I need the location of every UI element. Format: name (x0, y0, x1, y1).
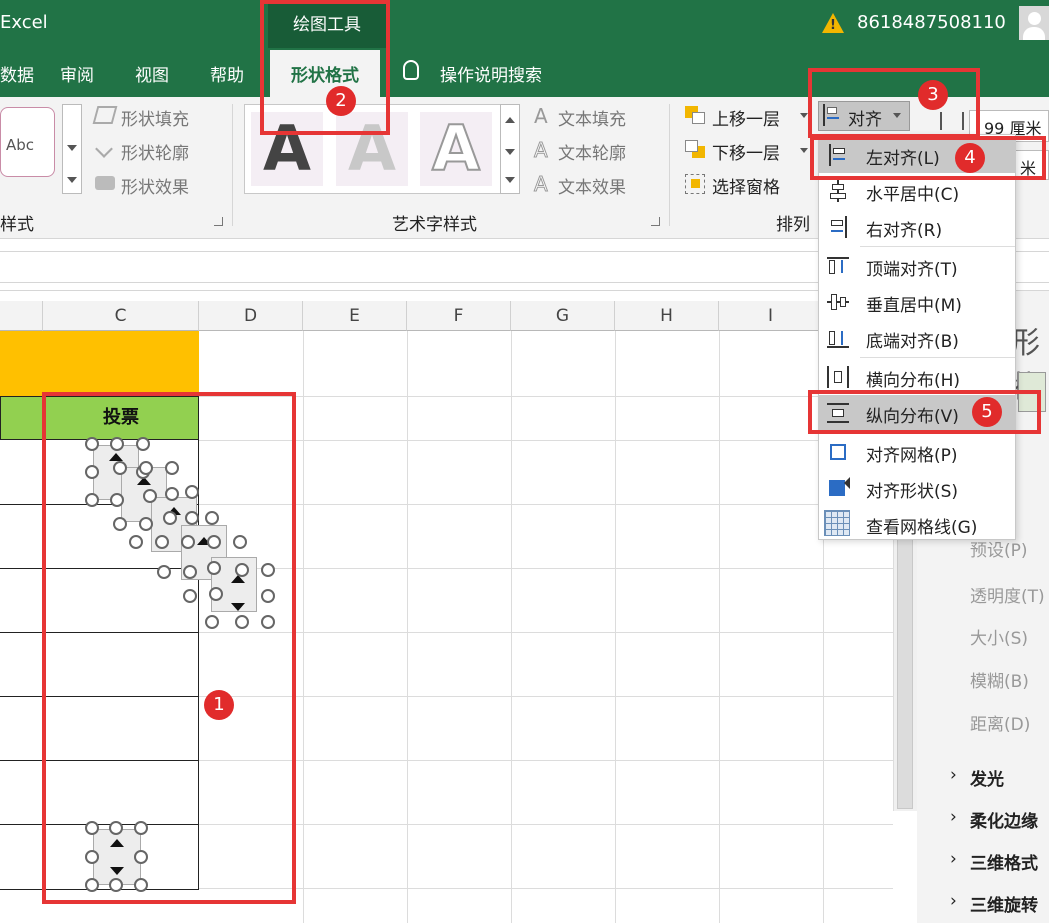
bring-forward-button[interactable]: 上移一层 (712, 105, 780, 130)
shape-fill-button[interactable]: 形状填充 (121, 105, 189, 130)
dialog-launcher-icon[interactable] (651, 217, 660, 226)
group-arrange: 排列 (776, 215, 810, 235)
bring-forward-icon (685, 106, 705, 124)
shape-effects-button[interactable]: 形状效果 (121, 173, 189, 198)
shape-style-abc[interactable]: Abc (0, 107, 55, 177)
menu-align-right[interactable]: 右对齐(R) (819, 209, 1015, 245)
annotation-badge-3: 3 (918, 80, 948, 110)
chevron-down-icon[interactable] (800, 148, 808, 153)
chevron-right-icon: › (950, 807, 957, 827)
tab-help[interactable]: 帮助 (210, 61, 244, 86)
column-header-F[interactable]: F (407, 301, 511, 331)
tell-me-search[interactable]: 操作说明搜索 (440, 61, 542, 86)
text-fill-button[interactable]: 文本填充 (558, 105, 626, 130)
chevron-down-icon[interactable] (800, 113, 808, 118)
annotation-box-5 (808, 390, 1041, 434)
wordart-style-3[interactable]: A (420, 111, 492, 186)
column-header-B[interactable] (0, 301, 43, 331)
send-backward-button[interactable]: 下移一层 (712, 139, 780, 164)
pane-size[interactable]: 大小(S) (970, 624, 1028, 649)
text-outline-icon: A (534, 138, 549, 163)
menu-align-bottom[interactable]: 底端对齐(B) (819, 320, 1015, 356)
chevron-right-icon: › (950, 849, 957, 869)
pane-distance[interactable]: 距离(D) (970, 710, 1030, 735)
annotation-box-2 (260, 0, 390, 135)
shape-outline-button[interactable]: 形状轮廓 (121, 139, 189, 164)
menu-snap-to-shape[interactable]: 对齐形状(S) (819, 470, 1015, 506)
section-glow[interactable]: 发光 (970, 765, 1004, 790)
lightbulb-icon (403, 60, 419, 80)
app-name: Excel (0, 12, 48, 33)
shape-effects-icon (95, 176, 115, 190)
column-header-I[interactable]: I (719, 301, 823, 331)
menu-view-gridlines[interactable]: 查看网格线(G) (819, 506, 1015, 542)
chevron-right-icon: › (950, 891, 957, 911)
column-header-C[interactable]: C (43, 301, 199, 331)
pane-transparency[interactable]: 透明度(T) (970, 582, 1045, 607)
user-account[interactable]: 8618487508110 (857, 12, 1006, 33)
tab-review[interactable]: 审阅 (60, 61, 94, 86)
tab-data[interactable]: 数据 (0, 61, 34, 86)
group-wordart-styles: 艺术字样式 (392, 215, 477, 235)
dialog-launcher-icon[interactable] (214, 217, 223, 226)
annotation-box-4 (810, 136, 1046, 180)
group-shape-styles: 样式 (0, 215, 34, 235)
chevron-right-icon: › (950, 765, 957, 785)
column-header-G[interactable]: G (511, 301, 615, 331)
view-gridlines-icon (824, 510, 850, 536)
column-header-E[interactable]: E (303, 301, 407, 331)
menu-align-top[interactable]: 顶端对齐(T) (819, 248, 1015, 284)
align-middle-icon (827, 291, 849, 313)
menu-align-middle[interactable]: 垂直居中(M) (819, 284, 1015, 320)
text-fill-icon: A (534, 104, 548, 128)
header-cell-B[interactable] (0, 396, 43, 440)
shape-style-scroll[interactable] (62, 104, 82, 194)
column-header-H[interactable]: H (615, 301, 719, 331)
text-effects-icon: A (534, 172, 549, 197)
annotation-badge-1: 1 (204, 690, 234, 720)
selection-pane-icon (685, 174, 705, 194)
wordart-scroll[interactable] (500, 104, 520, 194)
annotation-box-1 (42, 392, 296, 904)
column-header-D[interactable]: D (199, 301, 303, 331)
annotation-badge-5: 5 (972, 397, 1002, 427)
align-center-icon (827, 180, 849, 202)
section-3d-rotation[interactable]: 三维旋转 (970, 891, 1038, 916)
selection-pane-button[interactable]: 选择窗格 (712, 173, 780, 198)
annotation-badge-4: 4 (955, 143, 985, 173)
section-3d-format[interactable]: 三维格式 (970, 849, 1038, 874)
text-outline-button[interactable]: 文本轮廓 (558, 139, 626, 164)
annotation-box-3 (808, 68, 980, 138)
avatar[interactable] (1019, 6, 1049, 40)
snap-grid-icon (827, 441, 849, 463)
send-backward-icon (685, 140, 705, 158)
align-bottom-icon (827, 327, 849, 349)
tab-view[interactable]: 视图 (135, 61, 169, 86)
snap-shape-icon (827, 477, 850, 499)
section-soft-edges[interactable]: 柔化边缘 (970, 807, 1038, 832)
annotation-badge-2: 2 (326, 86, 356, 116)
distribute-horizontal-icon (827, 366, 849, 388)
orange-title-cell[interactable] (0, 331, 199, 396)
menu-snap-to-grid[interactable]: 对齐网格(P) (819, 434, 1015, 470)
pane-blur[interactable]: 模糊(B) (970, 667, 1029, 692)
align-right-icon (827, 216, 849, 238)
align-top-icon (827, 255, 849, 277)
text-effects-button[interactable]: 文本效果 (558, 173, 626, 198)
